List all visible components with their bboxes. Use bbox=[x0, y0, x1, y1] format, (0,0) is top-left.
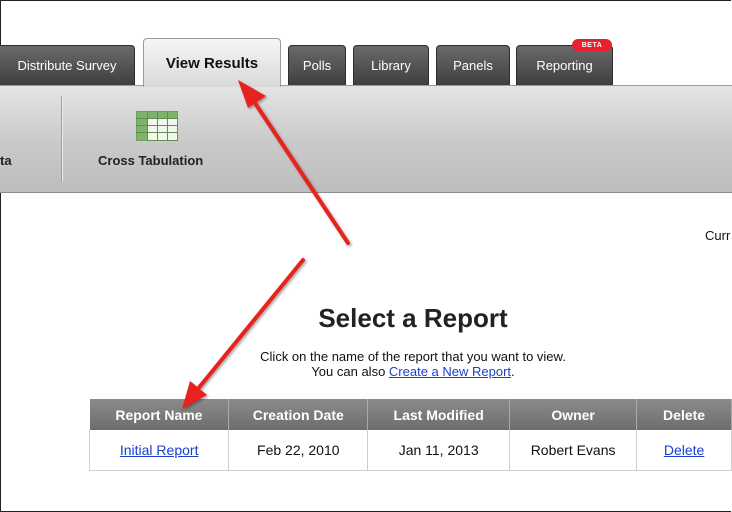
tab-distribute-survey[interactable]: Distribute Survey bbox=[0, 45, 135, 85]
report-name-link[interactable]: Initial Report bbox=[120, 442, 199, 458]
header-owner[interactable]: Owner bbox=[509, 399, 638, 430]
create-new-report-link[interactable]: Create a New Report bbox=[389, 364, 511, 379]
table-grid-icon bbox=[136, 111, 178, 141]
curr-partial-text: Curr bbox=[705, 228, 731, 243]
header-last-modified[interactable]: Last Modified bbox=[367, 399, 511, 430]
page-title: Select a Report bbox=[318, 303, 508, 333]
toolbar-item-partial-label[interactable]: ta bbox=[0, 153, 12, 168]
table-header-row: Report Name Creation Date Last Modified … bbox=[89, 399, 732, 430]
header-delete: Delete bbox=[636, 399, 732, 430]
create-report-suffix: . bbox=[511, 364, 515, 379]
cell-last-modified: Jan 11, 2013 bbox=[367, 430, 511, 471]
cell-owner: Robert Evans bbox=[509, 430, 638, 471]
create-report-prefix: You can also bbox=[311, 364, 389, 379]
cell-report-name: Initial Report bbox=[88, 430, 230, 471]
create-report-line: You can also Create a New Report. bbox=[180, 364, 646, 379]
beta-badge: BETA bbox=[572, 39, 612, 51]
reports-table: Report Name Creation Date Last Modified … bbox=[88, 399, 732, 471]
toolbar: ta Cross Tabulation bbox=[0, 85, 732, 193]
table-row: Initial Report Feb 22, 2010 Jan 11, 2013… bbox=[88, 430, 732, 471]
tab-polls[interactable]: Polls bbox=[288, 45, 346, 85]
header-report-name[interactable]: Report Name bbox=[89, 399, 230, 430]
cross-tabulation-label: Cross Tabulation bbox=[98, 153, 204, 168]
tab-panels[interactable]: Panels bbox=[436, 45, 510, 85]
tab-library[interactable]: Library bbox=[353, 45, 429, 85]
tab-reporting[interactable]: Reporting bbox=[516, 45, 613, 85]
cell-creation-date: Feb 22, 2010 bbox=[228, 430, 369, 471]
tab-view-results[interactable]: View Results bbox=[143, 38, 281, 87]
cross-tabulation-button[interactable]: Cross Tabulation bbox=[98, 108, 228, 178]
cell-delete: Delete bbox=[636, 430, 732, 471]
toolbar-divider bbox=[61, 96, 62, 182]
delete-report-link[interactable]: Delete bbox=[664, 442, 704, 458]
tab-bar: Distribute Survey View Results Polls Lib… bbox=[0, 0, 732, 87]
instruction-text: Click on the name of the report that you… bbox=[260, 349, 566, 364]
header-creation-date[interactable]: Creation Date bbox=[228, 399, 369, 430]
